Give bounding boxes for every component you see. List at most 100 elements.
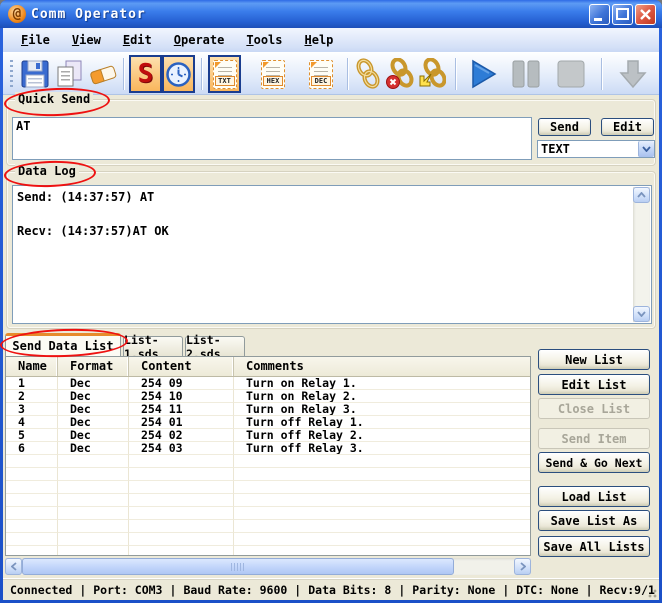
data-log-lines: Send: (14:37:57) AT Recv: (14:37:57)AT O… bbox=[17, 189, 629, 240]
start-button[interactable] bbox=[464, 57, 502, 91]
maximize-button[interactable] bbox=[612, 4, 633, 25]
toolbar-separator bbox=[347, 58, 349, 90]
status-separator: | bbox=[294, 583, 301, 597]
send-item-button: Send Item bbox=[538, 428, 650, 449]
hex-document-icon: HEX bbox=[261, 60, 285, 89]
table-header: Name Format Content Comments bbox=[6, 357, 530, 377]
table-row[interactable]: 2 Dec 254 10 Turn on Relay 2. bbox=[6, 390, 530, 403]
copy-button[interactable] bbox=[53, 57, 85, 91]
status-bar: Connected | Port: COM3 | Baud Rate: 9600… bbox=[3, 578, 659, 600]
table-row[interactable]: 1 Dec 254 09 Turn on Relay 1. bbox=[6, 377, 530, 390]
send-go-next-button[interactable]: Send & Go Next bbox=[538, 452, 650, 473]
chevron-up-icon bbox=[637, 192, 646, 198]
scroll-right-button[interactable] bbox=[514, 558, 531, 575]
tab-send-data-list[interactable]: Send Data List bbox=[5, 333, 121, 356]
column-header-content[interactable]: Content bbox=[129, 357, 234, 376]
data-log-view[interactable]: Send: (14:37:57) AT Recv: (14:37:57)AT O… bbox=[12, 185, 652, 324]
download-button[interactable] bbox=[611, 57, 655, 91]
edit-button[interactable]: Edit bbox=[601, 118, 654, 136]
client-area: Quick Send AT Send Edit TEXT Data Log Se… bbox=[3, 95, 659, 600]
timer-toggle-button[interactable] bbox=[162, 55, 195, 93]
txt-document-icon: TXT bbox=[213, 60, 237, 89]
scrollbar-thumb[interactable] bbox=[22, 558, 454, 575]
chevron-right-icon bbox=[520, 562, 526, 571]
title-bar: @ Comm Operator bbox=[0, 0, 662, 28]
menu-edit[interactable]: Edit bbox=[113, 31, 162, 49]
table-row[interactable]: 4 Dec 254 01 Turn off Relay 1. bbox=[6, 416, 530, 429]
save-all-lists-button[interactable]: Save All Lists bbox=[538, 536, 650, 557]
quick-send-input[interactable]: AT bbox=[12, 117, 532, 160]
reconnect-button[interactable] bbox=[417, 57, 447, 91]
log-line bbox=[17, 206, 629, 223]
stop-button[interactable] bbox=[550, 57, 592, 91]
table-row-empty bbox=[6, 455, 530, 468]
format-text-button[interactable]: TXT bbox=[208, 55, 241, 93]
table-row[interactable]: 6 Dec 254 03 Turn off Relay 3. bbox=[6, 442, 530, 455]
format-select[interactable]: TEXT bbox=[537, 140, 655, 158]
menu-operate[interactable]: Operate bbox=[164, 31, 235, 49]
quick-send-group: Quick Send AT Send Edit TEXT bbox=[6, 99, 656, 166]
toolbar-separator bbox=[123, 58, 125, 90]
app-window: @ Comm Operator File View Edit Operate T… bbox=[0, 0, 662, 603]
data-log-group: Data Log Send: (14:37:57) AT Recv: (14:3… bbox=[6, 171, 656, 329]
pause-button[interactable] bbox=[506, 57, 546, 91]
log-vertical-scrollbar[interactable] bbox=[633, 187, 650, 322]
chevron-down-icon bbox=[642, 146, 651, 152]
table-row-empty bbox=[6, 468, 530, 481]
connect-button[interactable] bbox=[353, 57, 383, 91]
table-row-empty bbox=[6, 507, 530, 520]
chain-link-refresh-icon bbox=[418, 58, 446, 90]
clear-button[interactable] bbox=[87, 57, 119, 91]
letter-s-icon: S bbox=[138, 59, 154, 89]
table-row-empty bbox=[6, 546, 530, 556]
scroll-down-button[interactable] bbox=[633, 306, 650, 322]
format-select-value: TEXT bbox=[538, 142, 638, 156]
load-list-button[interactable]: Load List bbox=[538, 486, 650, 507]
column-header-name[interactable]: Name bbox=[6, 357, 58, 376]
status-dtc: DTC: None bbox=[516, 583, 578, 597]
status-separator: | bbox=[502, 583, 509, 597]
menu-file[interactable]: File bbox=[11, 31, 60, 49]
data-log-group-label: Data Log bbox=[15, 164, 79, 178]
format-hex-button[interactable]: HEX bbox=[257, 57, 289, 91]
status-separator: | bbox=[79, 583, 86, 597]
send-button[interactable]: Send bbox=[538, 118, 591, 136]
save-button[interactable] bbox=[19, 57, 51, 91]
toolbar-separator bbox=[201, 58, 203, 90]
close-button[interactable] bbox=[635, 4, 656, 25]
column-header-format[interactable]: Format bbox=[58, 357, 129, 376]
save-list-as-button[interactable]: Save List As bbox=[538, 510, 650, 531]
dec-document-icon: DEC bbox=[309, 60, 333, 89]
disconnect-button[interactable] bbox=[385, 57, 415, 91]
toolbar: S TXT HEX DEC bbox=[3, 52, 659, 95]
clock-icon bbox=[165, 61, 192, 88]
quick-send-group-label: Quick Send bbox=[15, 92, 93, 106]
tab-list-2[interactable]: List-2.sds bbox=[185, 336, 245, 356]
log-line: Send: (14:37:57) AT bbox=[17, 189, 629, 206]
copy-icon bbox=[54, 59, 84, 89]
menu-help[interactable]: Help bbox=[295, 31, 344, 49]
dropdown-button[interactable] bbox=[638, 141, 654, 157]
status-data-bits: Data Bits: 8 bbox=[308, 583, 391, 597]
send-data-table: Name Format Content Comments 1 Dec 254 0… bbox=[5, 356, 531, 556]
format-dec-button[interactable]: DEC bbox=[305, 57, 337, 91]
menu-view[interactable]: View bbox=[62, 31, 111, 49]
toolbar-grip[interactable] bbox=[10, 60, 13, 88]
edit-list-button[interactable]: Edit List bbox=[538, 374, 650, 395]
table-row[interactable]: 5 Dec 254 02 Turn off Relay 2. bbox=[6, 429, 530, 442]
play-icon bbox=[467, 58, 499, 90]
chain-link-icon bbox=[354, 58, 382, 90]
column-header-comments[interactable]: Comments bbox=[234, 357, 530, 376]
menu-tools[interactable]: Tools bbox=[236, 31, 292, 49]
save-icon bbox=[20, 59, 50, 89]
tab-list-1[interactable]: List-1.sds bbox=[123, 336, 183, 356]
scroll-up-button[interactable] bbox=[633, 187, 650, 203]
new-list-button[interactable]: New List bbox=[538, 349, 650, 370]
chevron-down-icon bbox=[637, 311, 646, 317]
resize-grip[interactable] bbox=[645, 586, 657, 598]
send-single-toggle-button[interactable]: S bbox=[129, 55, 162, 93]
scroll-left-button[interactable] bbox=[5, 558, 22, 575]
status-parity: Parity: None bbox=[412, 583, 495, 597]
table-row[interactable]: 3 Dec 254 11 Turn on Relay 3. bbox=[6, 403, 530, 416]
minimize-button[interactable] bbox=[589, 4, 610, 25]
